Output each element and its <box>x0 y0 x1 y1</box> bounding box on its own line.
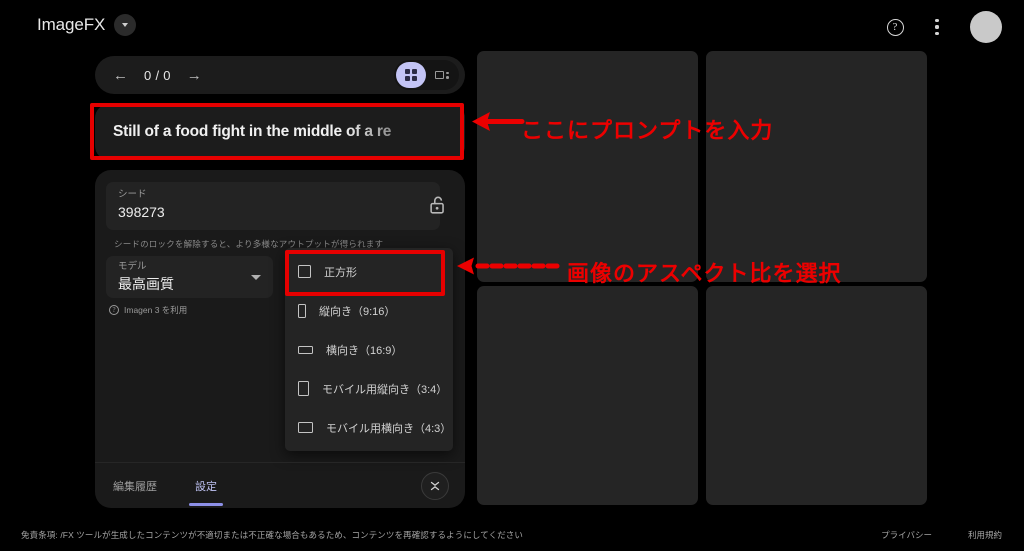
caret-down-icon[interactable] <box>114 14 137 36</box>
collapse-panel-button[interactable] <box>421 471 449 500</box>
brand-logo[interactable]: ImageFX <box>37 14 137 36</box>
prompt-input-wrapper: Still of a food fight in the middle of a… <box>95 104 465 160</box>
image-tile-3[interactable] <box>477 286 698 505</box>
mobile-landscape-icon <box>298 422 313 433</box>
help-circle-icon: ? <box>886 18 904 36</box>
model-value: 最高画質 <box>118 276 174 292</box>
square-icon <box>298 265 311 278</box>
prompt-text: Still of a food fight in the middle of a… <box>113 123 392 140</box>
kebab-menu-icon <box>935 19 939 35</box>
aspect-ratio-option-landscape[interactable]: 横向き（16:9） <box>285 330 453 369</box>
brand-name: ImageFX <box>37 15 106 34</box>
aspect-ratio-label: モバイル用縦向き（3:4） <box>322 383 448 396</box>
more-options-button[interactable] <box>924 14 950 40</box>
top-bar: ImageFX ? <box>0 0 1024 52</box>
arrow-left-icon[interactable]: ← <box>111 68 130 83</box>
arrow-right-icon[interactable]: → <box>185 68 204 83</box>
seed-field[interactable]: シード 398273 <box>106 182 440 230</box>
model-selector[interactable]: モデル 最高画質 <box>106 256 273 298</box>
tab-edit-history[interactable]: 編集履歴 <box>111 478 159 498</box>
prompt-input[interactable]: Still of a food fight in the middle of a… <box>95 104 465 160</box>
terms-link[interactable]: 利用規約 <box>968 529 1002 541</box>
model-note: ? Imagen 3 を利用 <box>109 304 187 316</box>
settings-panel-footer: 編集履歴 設定 <box>95 462 465 508</box>
model-note-text: Imagen 3 を利用 <box>124 305 188 315</box>
seed-label: シード <box>118 189 147 200</box>
landscape-icon <box>298 345 313 354</box>
grid-view-icon <box>405 69 417 81</box>
footer-bar: 免責条項: /FX ツールが生成したコンテンツが不適切または不正確な場合もあるた… <box>0 518 1024 551</box>
image-tile-1[interactable] <box>477 51 698 282</box>
image-counter: 0 / 0 <box>144 67 171 83</box>
seed-value: 398273 <box>118 204 165 220</box>
aspect-ratio-option-mobile-portrait[interactable]: モバイル用縦向き（3:4） <box>285 369 453 408</box>
mobile-portrait-icon <box>298 381 309 396</box>
top-bar-actions: ? <box>882 11 1002 43</box>
aspect-ratio-label: 縦向き（9:16） <box>319 305 396 318</box>
image-results-gallery <box>477 51 933 506</box>
split-view-icon <box>435 71 449 79</box>
aspect-ratio-label: モバイル用横向き（4:3） <box>326 422 452 435</box>
navigation-bar: ← 0 / 0 → <box>95 56 465 94</box>
model-label: モデル <box>118 261 147 272</box>
aspect-ratio-label: 正方形 <box>324 266 357 279</box>
user-avatar[interactable] <box>970 11 1002 43</box>
view-mode-toggle <box>394 60 459 90</box>
unlocked-padlock-icon[interactable] <box>427 194 449 216</box>
disclaimer-text: 免責条項: /FX ツールが生成したコンテンツが不適切または不正確な場合もあるた… <box>21 529 524 540</box>
tab-settings[interactable]: 設定 <box>189 478 223 506</box>
privacy-link[interactable]: プライバシー <box>881 529 932 541</box>
image-tile-4[interactable] <box>706 286 927 505</box>
grid-view-button[interactable] <box>396 62 426 88</box>
aspect-ratio-menu: 正方形 縦向き（9:16） 横向き（16:9） モバイル用縦向き（3:4） モバ… <box>285 248 453 451</box>
info-circle-icon: ? <box>109 305 119 315</box>
split-view-button[interactable] <box>427 62 457 88</box>
image-tile-2[interactable] <box>706 51 927 282</box>
aspect-ratio-label: 横向き（16:9） <box>326 344 403 357</box>
chevron-down-icon <box>251 275 261 280</box>
settings-panel: シード 398273 シードのロックを解除すると、より多様なアウトプットが得られ… <box>95 170 465 508</box>
help-button[interactable]: ? <box>882 14 908 40</box>
aspect-ratio-option-mobile-landscape[interactable]: モバイル用横向き（4:3） <box>285 408 453 447</box>
imagefx-app: ImageFX ? ← 0 / 0 → Still of a food figh… <box>0 0 1024 551</box>
portrait-icon <box>298 303 306 318</box>
aspect-ratio-option-square[interactable]: 正方形 <box>285 252 453 291</box>
aspect-ratio-option-portrait[interactable]: 縦向き（9:16） <box>285 291 453 330</box>
footer-links: プライバシー 利用規約 <box>881 529 1002 541</box>
left-panel: ← 0 / 0 → Still of a food fight in the m… <box>95 56 465 508</box>
